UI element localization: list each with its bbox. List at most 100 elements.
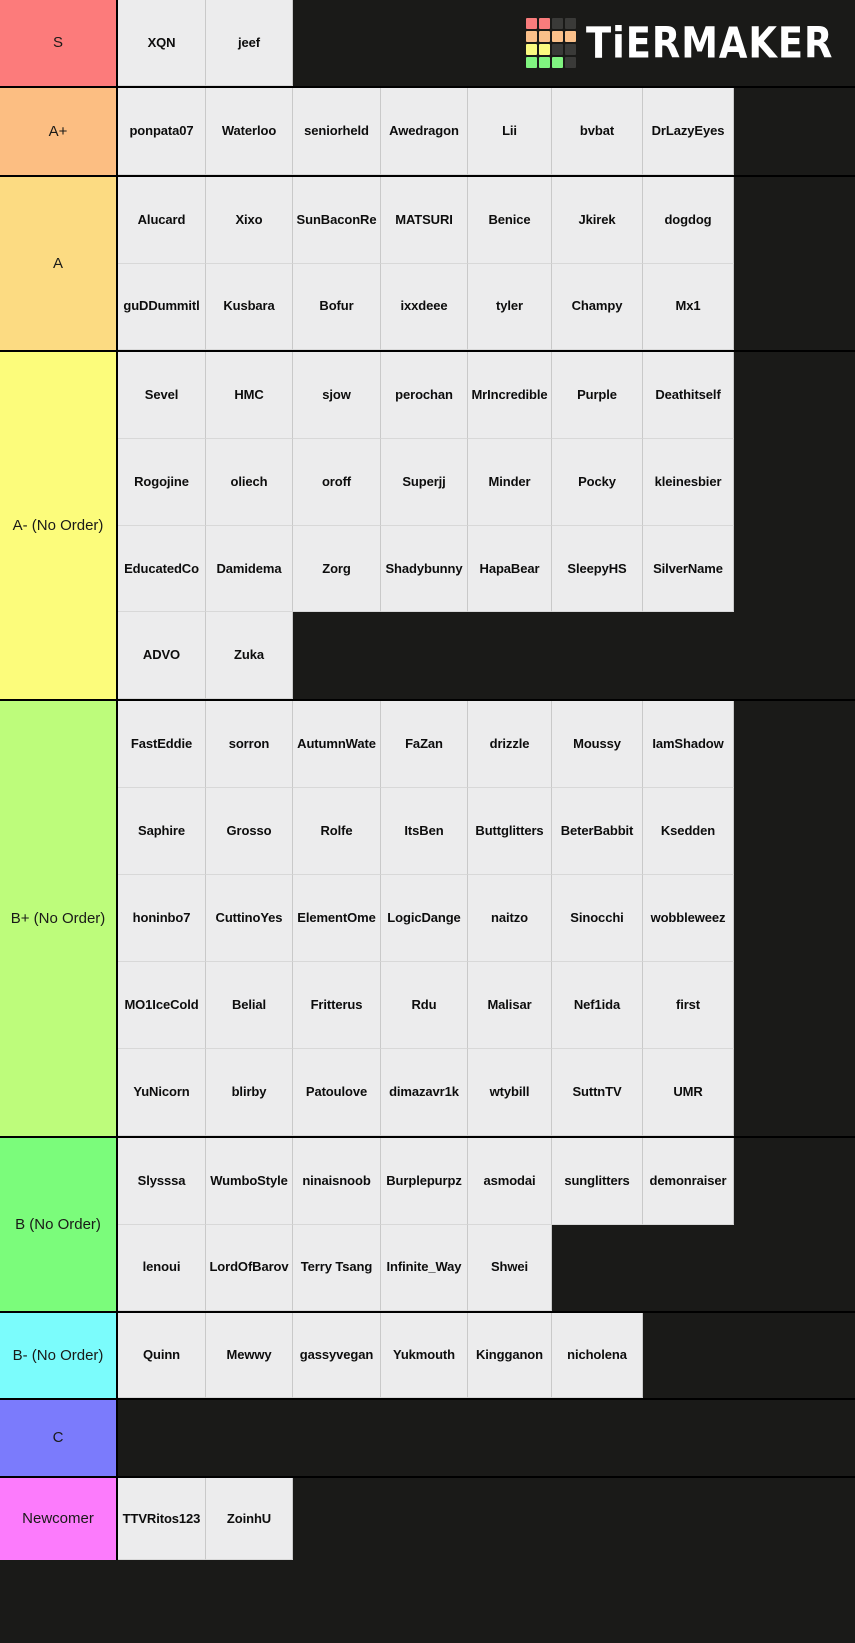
tier-item[interactable]: Zuka	[206, 612, 293, 699]
tier-item[interactable]: blirby	[206, 1049, 293, 1136]
tier-item[interactable]: Kusbara	[206, 263, 293, 350]
tier-item[interactable]: EducatedCo	[118, 525, 206, 613]
tier-item[interactable]: Burplepurpz	[381, 1138, 468, 1225]
tier-item[interactable]: ninaisnoob	[293, 1138, 381, 1225]
tier-item[interactable]: Purple	[552, 352, 643, 439]
tier-item[interactable]: FaZan	[381, 701, 468, 788]
tier-item[interactable]: Damidema	[206, 525, 293, 613]
tier-items-container[interactable]: Slysssa WumboStyle ninaisnoob Burplepurpz as…	[118, 1138, 855, 1311]
tier-item[interactable]: LogicDange	[381, 875, 468, 962]
tier-item[interactable]: Jkirek	[552, 177, 643, 264]
tier-item[interactable]: Zorg	[293, 525, 381, 613]
tier-item[interactable]: Sevel	[118, 352, 206, 439]
tier-empty-space[interactable]	[734, 1138, 855, 1225]
tier-item[interactable]: Belial	[206, 962, 293, 1049]
tier-empty-space[interactable]	[734, 525, 855, 613]
tier-item[interactable]: sjow	[293, 352, 381, 439]
tier-item[interactable]: Ksedden	[643, 788, 734, 875]
tier-item[interactable]: AutumnWate	[293, 701, 381, 788]
tier-item[interactable]: Rdu	[381, 962, 468, 1049]
tier-item[interactable]: dimazavr1k	[381, 1049, 468, 1136]
tier-item[interactable]: nicholena	[552, 1313, 643, 1398]
tier-item[interactable]: Terry Tsang	[293, 1224, 381, 1311]
tier-item[interactable]: SuttnTV	[552, 1049, 643, 1136]
tier-item[interactable]: XQN	[118, 0, 206, 86]
tier-item[interactable]: oroff	[293, 438, 381, 526]
tier-item[interactable]: guDDummitl	[118, 263, 206, 350]
tier-items-container[interactable]: FastEddie sorron AutumnWate FaZan drizzle Mou…	[118, 701, 855, 1136]
tier-item[interactable]: Deathitself	[643, 352, 734, 439]
tier-item[interactable]: jeef	[206, 0, 293, 86]
tier-empty-space[interactable]	[643, 1313, 855, 1398]
tier-item[interactable]: Kingganon	[468, 1313, 552, 1398]
tier-item[interactable]: asmodai	[468, 1138, 552, 1225]
tier-item[interactable]: bvbat	[552, 88, 643, 175]
tier-item[interactable]: Minder	[468, 438, 552, 526]
tier-empty-space[interactable]	[734, 875, 855, 962]
tier-item[interactable]: lenoui	[118, 1224, 206, 1311]
tier-label[interactable]: Newcomer	[0, 1478, 118, 1560]
tier-empty-space[interactable]	[734, 177, 855, 264]
tier-empty-space[interactable]	[734, 962, 855, 1049]
tier-items-container[interactable]	[118, 1400, 855, 1476]
tier-empty-space[interactable]	[734, 1049, 855, 1136]
tier-item[interactable]: Sinocchi	[552, 875, 643, 962]
tier-items-container[interactable]: Quinn Mewwy gassyvegan Yukmouth Kingganon nic…	[118, 1313, 855, 1398]
tier-item[interactable]: Grosso	[206, 788, 293, 875]
tier-item[interactable]: seniorheld	[293, 88, 381, 175]
tier-item[interactable]: SunBaconRe	[293, 177, 381, 264]
tier-item[interactable]: FastEddie	[118, 701, 206, 788]
tier-item[interactable]: Rogojine	[118, 438, 206, 526]
tier-items-container[interactable]: Sevel HMC sjow perochan MrIncredible Purple De…	[118, 352, 855, 699]
tier-empty-space[interactable]	[734, 788, 855, 875]
tier-label[interactable]: A+	[0, 88, 118, 175]
tier-label[interactable]: B (No Order)	[0, 1138, 118, 1311]
tier-empty-space[interactable]	[734, 88, 855, 175]
tier-item[interactable]: Waterloo	[206, 88, 293, 175]
tier-item[interactable]: UMR	[643, 1049, 734, 1136]
tier-items-container[interactable]: XQN jeef	[118, 0, 855, 86]
tier-item[interactable]: Saphire	[118, 788, 206, 875]
tier-label[interactable]: C	[0, 1400, 118, 1476]
tier-item[interactable]: HapaBear	[468, 525, 552, 613]
tier-items-container[interactable]: Alucard Xixo SunBaconRe MATSURI Benice Jkirek…	[118, 177, 855, 350]
tier-item[interactable]: Fritterus	[293, 962, 381, 1049]
tier-item[interactable]: DrLazyEyes	[643, 88, 734, 175]
tier-label[interactable]: B- (No Order)	[0, 1313, 118, 1398]
tier-item[interactable]: perochan	[381, 352, 468, 439]
tier-item[interactable]: Buttglitters	[468, 788, 552, 875]
tier-item[interactable]: Quinn	[118, 1313, 206, 1398]
tier-item[interactable]: Champy	[552, 263, 643, 350]
tier-item[interactable]: YuNicorn	[118, 1049, 206, 1136]
tier-item[interactable]: honinbo7	[118, 875, 206, 962]
tier-item[interactable]: WumboStyle	[206, 1138, 293, 1225]
tier-item[interactable]: Bofur	[293, 263, 381, 350]
tier-item[interactable]: ElementOme	[293, 875, 381, 962]
tier-item[interactable]: Xixo	[206, 177, 293, 264]
tier-items-container[interactable]: ponpata07 Waterloo seniorheld Awedragon Lii b…	[118, 88, 855, 175]
tier-item[interactable]: Malisar	[468, 962, 552, 1049]
tier-empty-space[interactable]	[734, 438, 855, 526]
tier-item[interactable]: Pocky	[552, 438, 643, 526]
tier-item[interactable]: Patoulove	[293, 1049, 381, 1136]
tier-empty-space[interactable]	[552, 1224, 855, 1311]
tier-item[interactable]: Shwei	[468, 1224, 552, 1311]
tier-item[interactable]: ixxdeee	[381, 263, 468, 350]
tier-label[interactable]: S	[0, 0, 118, 86]
tier-item[interactable]: ADVO	[118, 612, 206, 699]
tier-item[interactable]: demonraiser	[643, 1138, 734, 1225]
tier-item[interactable]: Lii	[468, 88, 552, 175]
tier-label[interactable]: A- (No Order)	[0, 352, 118, 699]
tier-item[interactable]: ponpata07	[118, 88, 206, 175]
tier-empty-space[interactable]	[734, 352, 855, 439]
tier-item[interactable]: SleepyHS	[552, 525, 643, 613]
tier-label[interactable]: A	[0, 177, 118, 350]
tier-item[interactable]: MO1IceCold	[118, 962, 206, 1049]
tier-item[interactable]: Moussy	[552, 701, 643, 788]
tier-item[interactable]: naitzo	[468, 875, 552, 962]
tier-item[interactable]: sunglitters	[552, 1138, 643, 1225]
tier-item[interactable]: wobbleweez	[643, 875, 734, 962]
tier-label[interactable]: B+ (No Order)	[0, 701, 118, 1136]
tier-item[interactable]: SilverName	[643, 525, 734, 613]
tier-item[interactable]: kleinesbier	[643, 438, 734, 526]
